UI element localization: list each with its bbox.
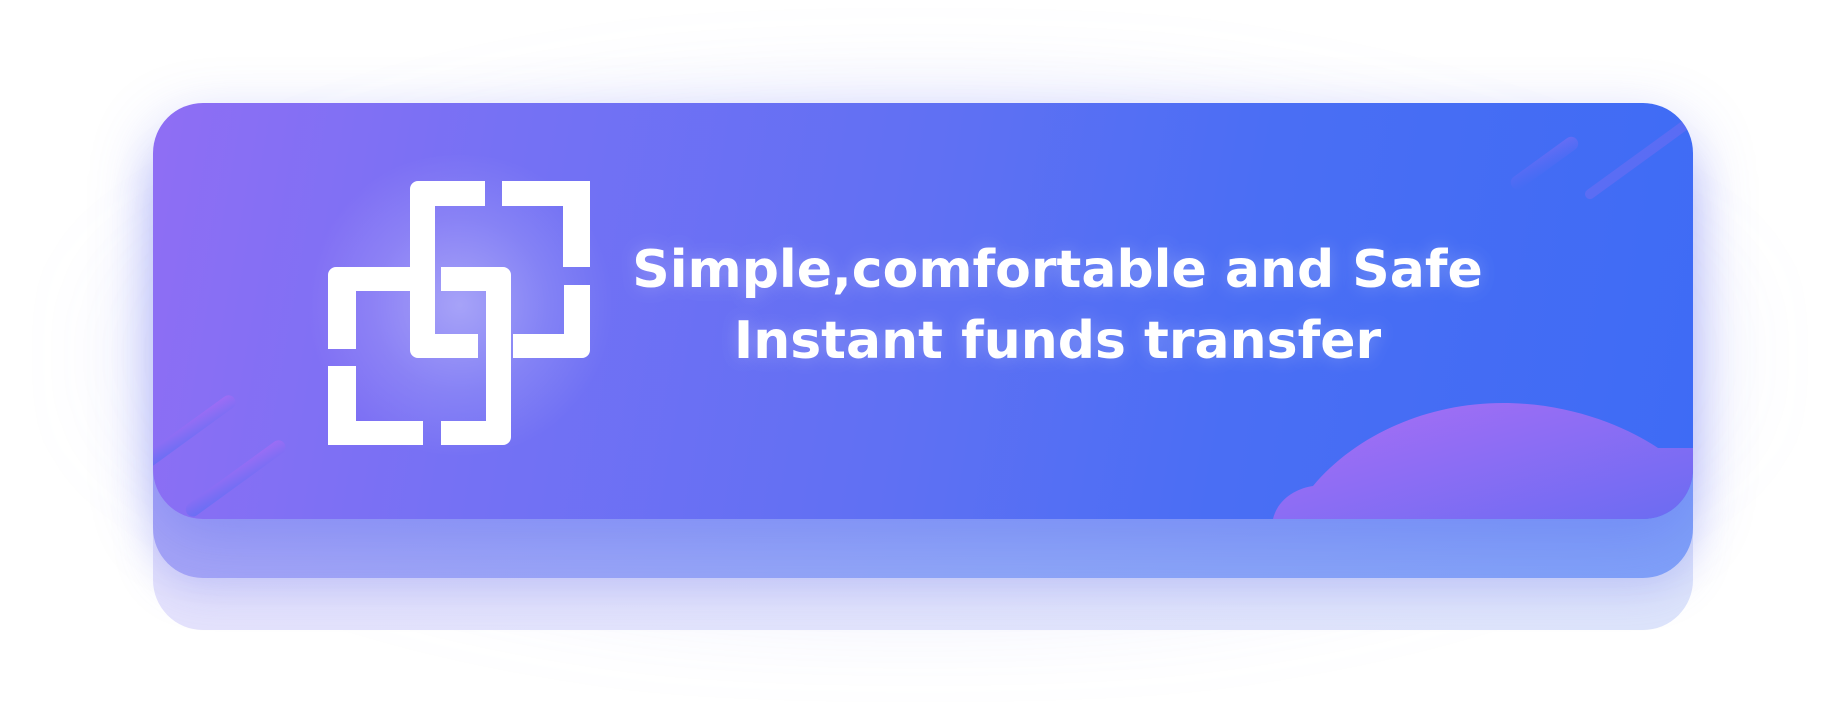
headline-line-1: Simple,comfortable and Safe [632, 240, 1483, 300]
decorative-streak [153, 395, 236, 472]
banner-headline: Simple,comfortable and Safe Instant fund… [600, 235, 1515, 377]
interlocked-brackets-logo-icon [328, 181, 590, 445]
decorative-streak [1510, 136, 1579, 190]
decorative-streak [1584, 103, 1693, 200]
decorative-blob [1273, 403, 1693, 519]
headline-line-2: Instant funds transfer [733, 311, 1382, 371]
banner-stage: Simple,comfortable and Safe Instant fund… [0, 0, 1846, 723]
decorative-streak [185, 440, 286, 517]
